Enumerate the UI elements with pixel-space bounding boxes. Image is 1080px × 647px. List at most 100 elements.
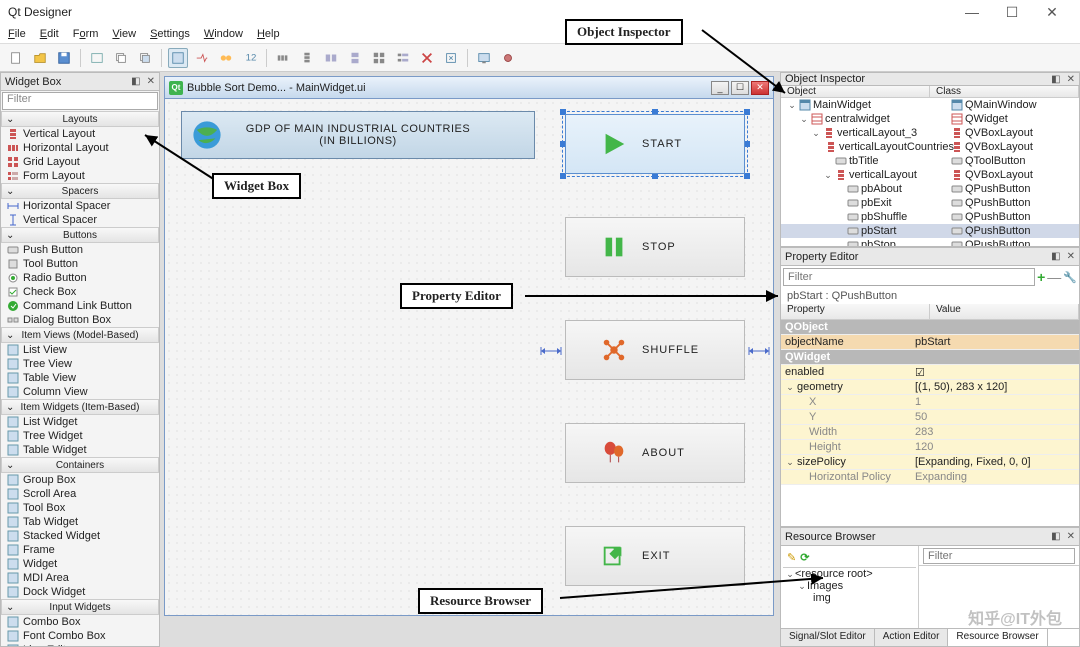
new-icon[interactable]	[6, 48, 26, 68]
edit-resource-icon[interactable]: ✎	[787, 551, 796, 564]
resource-node-img[interactable]: img	[813, 592, 831, 604]
buddy-mode-icon[interactable]	[216, 48, 236, 68]
widget-item[interactable]: Stacked Widget	[1, 529, 159, 543]
dock-close-icon[interactable]: ✕	[147, 76, 155, 87]
remove-property-icon[interactable]: —	[1047, 269, 1061, 285]
minimize-button[interactable]: —	[952, 4, 992, 20]
settings-icon[interactable]	[498, 48, 518, 68]
pbstop-button[interactable]: STOP	[565, 217, 745, 277]
paste-icon[interactable]	[135, 48, 155, 68]
dock-close-icon[interactable]: ✕	[1067, 74, 1075, 85]
preview-icon[interactable]	[474, 48, 494, 68]
category-header[interactable]: Spacers	[1, 183, 159, 199]
property-row[interactable]: Horizontal PolicyExpanding	[781, 470, 1079, 485]
dock-close-icon[interactable]: ✕	[1067, 251, 1075, 262]
title-toolbutton[interactable]: GDP OF MAIN INDUSTRIAL COUNTRIES (IN BIL…	[181, 111, 535, 159]
category-header[interactable]: Layouts	[1, 111, 159, 127]
category-header[interactable]: Item Widgets (Item-Based)	[1, 399, 159, 415]
pbstart-button[interactable]: START	[565, 114, 745, 174]
dock-float-icon[interactable]: ◧	[1051, 251, 1060, 262]
widget-box-filter[interactable]: Filter	[2, 92, 158, 110]
inspector-row[interactable]: pbShuffleQPushButton	[781, 210, 1079, 224]
save-icon[interactable]	[54, 48, 74, 68]
category-header[interactable]: Item Views (Model-Based)	[1, 327, 159, 343]
signal-mode-icon[interactable]	[192, 48, 212, 68]
widget-item[interactable]: Line Edit	[1, 643, 159, 646]
undo-icon[interactable]	[87, 48, 107, 68]
form-layout-icon[interactable]	[393, 48, 413, 68]
menu-window[interactable]: Window	[204, 28, 243, 40]
pbshuffle-button[interactable]: SHUFFLE	[565, 320, 745, 380]
dock-float-icon[interactable]: ◧	[1051, 531, 1060, 542]
menu-edit[interactable]: Edit	[40, 28, 59, 40]
property-filter-input[interactable]	[783, 268, 1035, 286]
widget-item[interactable]: Frame	[1, 543, 159, 557]
property-row[interactable]: ⌄geometry[(1, 50), 283 x 120]	[781, 380, 1079, 395]
category-header[interactable]: Input Widgets	[1, 599, 159, 615]
resource-root[interactable]: <resource root>	[795, 568, 873, 580]
widget-item[interactable]: Horizontal Spacer	[1, 199, 159, 213]
widget-item[interactable]: Table Widget	[1, 443, 159, 457]
property-row[interactable]: objectNamepbStart	[781, 335, 1079, 350]
widget-item[interactable]: Tab Widget	[1, 515, 159, 529]
inspector-row[interactable]: pbExitQPushButton	[781, 196, 1079, 210]
open-icon[interactable]	[30, 48, 50, 68]
hlayout-icon[interactable]	[273, 48, 293, 68]
inspector-row[interactable]: pbStopQPushButton	[781, 238, 1079, 247]
widget-item[interactable]: Form Layout	[1, 169, 159, 183]
dock-float-icon[interactable]: ◧	[1051, 74, 1060, 85]
property-row[interactable]: enabled☑	[781, 365, 1079, 380]
pbexit-button[interactable]: EXIT	[565, 526, 745, 586]
adjust-size-icon[interactable]	[441, 48, 461, 68]
menu-file[interactable]: File	[8, 28, 26, 40]
widget-item[interactable]: Font Combo Box	[1, 629, 159, 643]
widget-mode-icon[interactable]	[168, 48, 188, 68]
menu-help[interactable]: Help	[257, 28, 280, 40]
widget-item[interactable]: Grid Layout	[1, 155, 159, 169]
resource-filter-input[interactable]	[923, 548, 1075, 564]
widget-item[interactable]: List Widget	[1, 415, 159, 429]
property-row[interactable]: Width283	[781, 425, 1079, 440]
inspector-row[interactable]: ⌄verticalLayout_3QVBoxLayout	[781, 126, 1079, 140]
widget-item[interactable]: Dialog Button Box	[1, 313, 159, 327]
tab-signal-slot[interactable]: Signal/Slot Editor	[781, 629, 875, 646]
inspector-row[interactable]: ⌄MainWidgetQMainWindow	[781, 98, 1079, 112]
property-row[interactable]: QObject	[781, 320, 1079, 335]
widget-item[interactable]: Vertical Layout	[1, 127, 159, 141]
tab-action-editor[interactable]: Action Editor	[875, 629, 949, 646]
property-row[interactable]: Y50	[781, 410, 1079, 425]
add-property-icon[interactable]: +	[1037, 269, 1045, 285]
form-canvas[interactable]: Qt Bubble Sort Demo... - MainWidget.ui _…	[160, 72, 780, 647]
property-row[interactable]: ⌄sizePolicy[Expanding, Fixed, 0, 0]	[781, 455, 1079, 470]
dock-float-icon[interactable]: ◧	[131, 76, 140, 87]
property-row[interactable]: QWidget	[781, 350, 1079, 365]
widget-item[interactable]: MDI Area	[1, 571, 159, 585]
widget-item[interactable]: Combo Box	[1, 615, 159, 629]
widget-item[interactable]: Scroll Area	[1, 487, 159, 501]
widget-item[interactable]: Tree View	[1, 357, 159, 371]
widget-item[interactable]: Table View	[1, 371, 159, 385]
widget-item[interactable]: Group Box	[1, 473, 159, 487]
form-maximize-icon[interactable]: ☐	[731, 81, 749, 95]
vlayout-icon[interactable]	[297, 48, 317, 68]
form-close-icon[interactable]: ✕	[751, 81, 769, 95]
inspector-row[interactable]: ⌄verticalLayoutQVBoxLayout	[781, 168, 1079, 182]
menu-form[interactable]: Form	[73, 28, 99, 40]
resource-tree[interactable]: ✎⟳ ⌄<resource root> ⌄Images img	[781, 546, 919, 628]
maximize-button[interactable]: ☐	[992, 4, 1032, 21]
form-minimize-icon[interactable]: _	[711, 81, 729, 95]
widget-item[interactable]: Push Button	[1, 243, 159, 257]
menu-view[interactable]: View	[112, 28, 136, 40]
widget-item[interactable]: Tree Widget	[1, 429, 159, 443]
copy-icon[interactable]	[111, 48, 131, 68]
menu-settings[interactable]: Settings	[150, 28, 190, 40]
tab-resource-browser[interactable]: Resource Browser	[948, 629, 1047, 646]
close-button[interactable]: ✕	[1032, 4, 1072, 21]
widget-item[interactable]: Radio Button	[1, 271, 159, 285]
inspector-row[interactable]: tbTitleQToolButton	[781, 154, 1079, 168]
hsplit-icon[interactable]	[321, 48, 341, 68]
widget-item[interactable]: Command Link Button	[1, 299, 159, 313]
widget-item[interactable]: List View	[1, 343, 159, 357]
vsplit-icon[interactable]	[345, 48, 365, 68]
category-header[interactable]: Containers	[1, 457, 159, 473]
